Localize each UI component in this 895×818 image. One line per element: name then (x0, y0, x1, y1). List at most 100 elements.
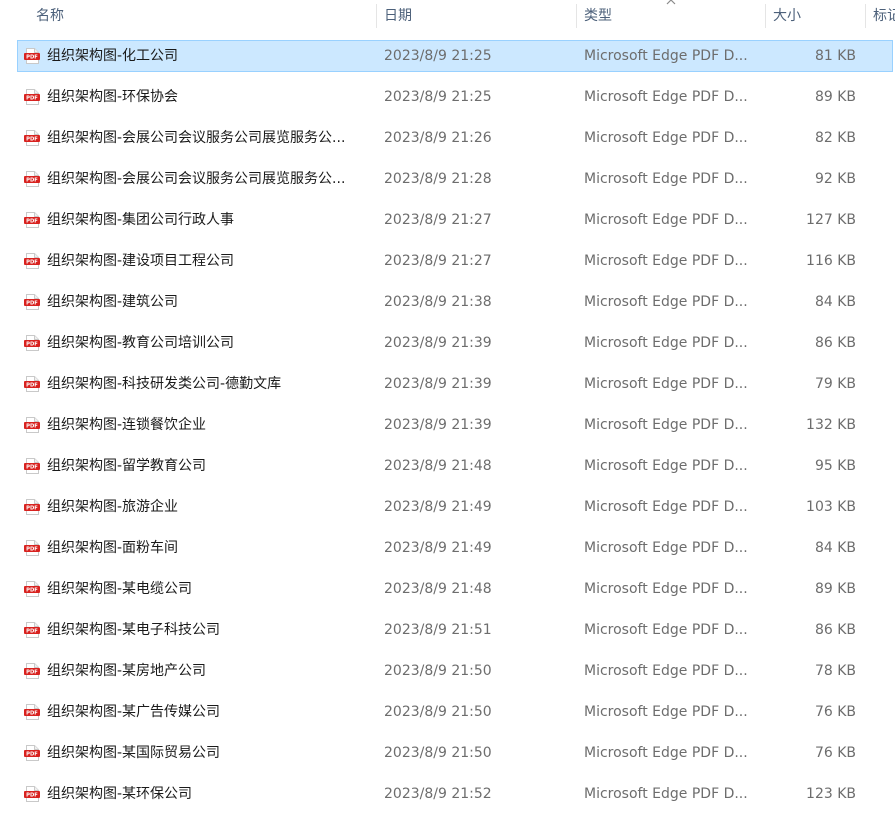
file-name: 组织架构图-化工公司 (47, 48, 179, 64)
svg-text:PDF: PDF (26, 793, 38, 799)
file-date: 2023/8/9 21:27 (384, 253, 492, 269)
pdf-file-icon: PDF (24, 212, 40, 228)
file-size: 123 KB (806, 786, 856, 802)
file-row[interactable]: PDF 组织架构图-某房地产公司 2023/8/9 21:50 Microsof… (0, 654, 895, 695)
file-row[interactable]: PDF 组织架构图-集团公司行政人事 2023/8/9 21:27 Micros… (0, 203, 895, 244)
file-type: Microsoft Edge PDF D... (584, 499, 748, 515)
file-name: 组织架构图-旅游企业 (47, 499, 179, 515)
column-header-date[interactable]: 日期 (376, 0, 576, 32)
file-name: 组织架构图-某国际贸易公司 (47, 745, 221, 761)
file-type: Microsoft Edge PDF D... (584, 458, 748, 474)
column-header-size[interactable]: 大小 (765, 0, 865, 32)
file-size: 86 KB (814, 335, 856, 351)
file-date: 2023/8/9 21:38 (384, 294, 492, 310)
file-size: 86 KB (814, 622, 856, 638)
file-date: 2023/8/9 21:48 (384, 581, 492, 597)
file-row[interactable]: PDF 组织架构图-化工公司 2023/8/9 21:25 Microsoft … (0, 39, 895, 80)
file-row[interactable]: PDF 组织架构图-面粉车间 2023/8/9 21:49 Microsoft … (0, 531, 895, 572)
file-size: 116 KB (806, 253, 856, 269)
file-name: 组织架构图-科技研发类公司-德勤文库 (47, 376, 282, 392)
file-name: 组织架构图-某广告传媒公司 (47, 704, 221, 720)
column-header-name[interactable]: 名称 (28, 0, 376, 32)
file-date: 2023/8/9 21:50 (384, 745, 492, 761)
file-name: 组织架构图-建筑公司 (47, 294, 179, 310)
pdf-file-icon: PDF (24, 335, 40, 351)
pdf-file-icon: PDF (24, 499, 40, 515)
file-size: 132 KB (806, 417, 856, 433)
file-name: 组织架构图-某环保公司 (47, 786, 193, 802)
file-row[interactable]: PDF 组织架构图-某广告传媒公司 2023/8/9 21:50 Microso… (0, 695, 895, 736)
file-row[interactable]: PDF 组织架构图-教育公司培训公司 2023/8/9 21:39 Micros… (0, 326, 895, 367)
pdf-file-icon: PDF (24, 48, 40, 64)
file-row[interactable]: PDF 组织架构图-旅游企业 2023/8/9 21:49 Microsoft … (0, 490, 895, 531)
file-date: 2023/8/9 21:49 (384, 540, 492, 556)
file-row[interactable]: PDF 组织架构图-某电子科技公司 2023/8/9 21:51 Microso… (0, 613, 895, 654)
file-row[interactable]: PDF 组织架构图-环保协会 2023/8/9 21:25 Microsoft … (0, 80, 895, 121)
file-type: Microsoft Edge PDF D... (584, 540, 748, 556)
file-type: Microsoft Edge PDF D... (584, 786, 748, 802)
file-name: 组织架构图-建设项目工程公司 (47, 253, 235, 269)
file-row[interactable]: PDF 组织架构图-某国际贸易公司 2023/8/9 21:50 Microso… (0, 736, 895, 777)
file-row[interactable]: PDF 组织架构图-建设项目工程公司 2023/8/9 21:27 Micros… (0, 244, 895, 285)
file-date: 2023/8/9 21:39 (384, 417, 492, 433)
pdf-file-icon: PDF (24, 745, 40, 761)
svg-text:PDF: PDF (26, 219, 38, 225)
file-size: 92 KB (814, 171, 856, 187)
file-type: Microsoft Edge PDF D... (584, 704, 748, 720)
file-row[interactable]: PDF 组织架构图-某电缆公司 2023/8/9 21:48 Microsoft… (0, 572, 895, 613)
file-row[interactable]: PDF 组织架构图-科技研发类公司-德勤文库 2023/8/9 21:39 Mi… (0, 367, 895, 408)
file-date: 2023/8/9 21:50 (384, 704, 492, 720)
svg-text:PDF: PDF (26, 547, 38, 553)
file-type: Microsoft Edge PDF D... (584, 376, 748, 392)
svg-text:PDF: PDF (26, 137, 38, 143)
pdf-file-icon: PDF (24, 376, 40, 392)
file-type: Microsoft Edge PDF D... (584, 89, 748, 105)
file-type: Microsoft Edge PDF D... (584, 417, 748, 433)
file-row[interactable]: PDF 组织架构图-连锁餐饮企业 2023/8/9 21:39 Microsof… (0, 408, 895, 449)
file-date: 2023/8/9 21:52 (384, 786, 492, 802)
file-row[interactable]: PDF 组织架构图-某环保公司 2023/8/9 21:52 Microsoft… (0, 777, 895, 818)
svg-text:PDF: PDF (26, 178, 38, 184)
file-name: 组织架构图-会展公司会议服务公司展览服务公... (47, 130, 346, 146)
file-name: 组织架构图-面粉车间 (47, 540, 179, 556)
file-row[interactable]: PDF 组织架构图-会展公司会议服务公司展览服务公... 2023/8/9 21… (0, 121, 895, 162)
file-size: 81 KB (814, 48, 856, 64)
svg-text:PDF: PDF (26, 588, 38, 594)
column-header-tags[interactable]: 标记 (865, 0, 895, 32)
file-size: 79 KB (814, 376, 856, 392)
svg-text:PDF: PDF (26, 260, 38, 266)
file-row[interactable]: PDF 组织架构图-留学教育公司 2023/8/9 21:48 Microsof… (0, 449, 895, 490)
svg-text:PDF: PDF (26, 383, 38, 389)
svg-text:PDF: PDF (26, 752, 38, 758)
file-name: 组织架构图-集团公司行政人事 (47, 212, 235, 228)
svg-text:PDF: PDF (26, 670, 38, 676)
file-row[interactable]: PDF 组织架构图-会展公司会议服务公司展览服务公... 2023/8/9 21… (0, 162, 895, 203)
file-date: 2023/8/9 21:26 (384, 130, 492, 146)
file-type: Microsoft Edge PDF D... (584, 294, 748, 310)
file-date: 2023/8/9 21:49 (384, 499, 492, 515)
file-type: Microsoft Edge PDF D... (584, 130, 748, 146)
svg-text:PDF: PDF (26, 96, 38, 102)
file-size: 95 KB (814, 458, 856, 474)
file-type: Microsoft Edge PDF D... (584, 171, 748, 187)
file-name: 组织架构图-连锁餐饮企业 (47, 417, 207, 433)
file-date: 2023/8/9 21:27 (384, 212, 492, 228)
svg-text:PDF: PDF (26, 506, 38, 512)
file-type: Microsoft Edge PDF D... (584, 253, 748, 269)
svg-text:PDF: PDF (26, 629, 38, 635)
file-name: 组织架构图-会展公司会议服务公司展览服务公... (47, 171, 346, 187)
file-date: 2023/8/9 21:25 (384, 48, 492, 64)
pdf-file-icon: PDF (24, 294, 40, 310)
file-size: 103 KB (806, 499, 856, 515)
file-date: 2023/8/9 21:25 (384, 89, 492, 105)
file-name: 组织架构图-环保协会 (47, 89, 179, 105)
file-size: 89 KB (814, 581, 856, 597)
pdf-file-icon: PDF (24, 663, 40, 679)
file-size: 76 KB (814, 745, 856, 761)
file-type: Microsoft Edge PDF D... (584, 622, 748, 638)
file-row[interactable]: PDF 组织架构图-建筑公司 2023/8/9 21:38 Microsoft … (0, 285, 895, 326)
file-type: Microsoft Edge PDF D... (584, 581, 748, 597)
file-date: 2023/8/9 21:48 (384, 458, 492, 474)
chevron-up-icon (664, 0, 678, 7)
pdf-file-icon: PDF (24, 786, 40, 802)
